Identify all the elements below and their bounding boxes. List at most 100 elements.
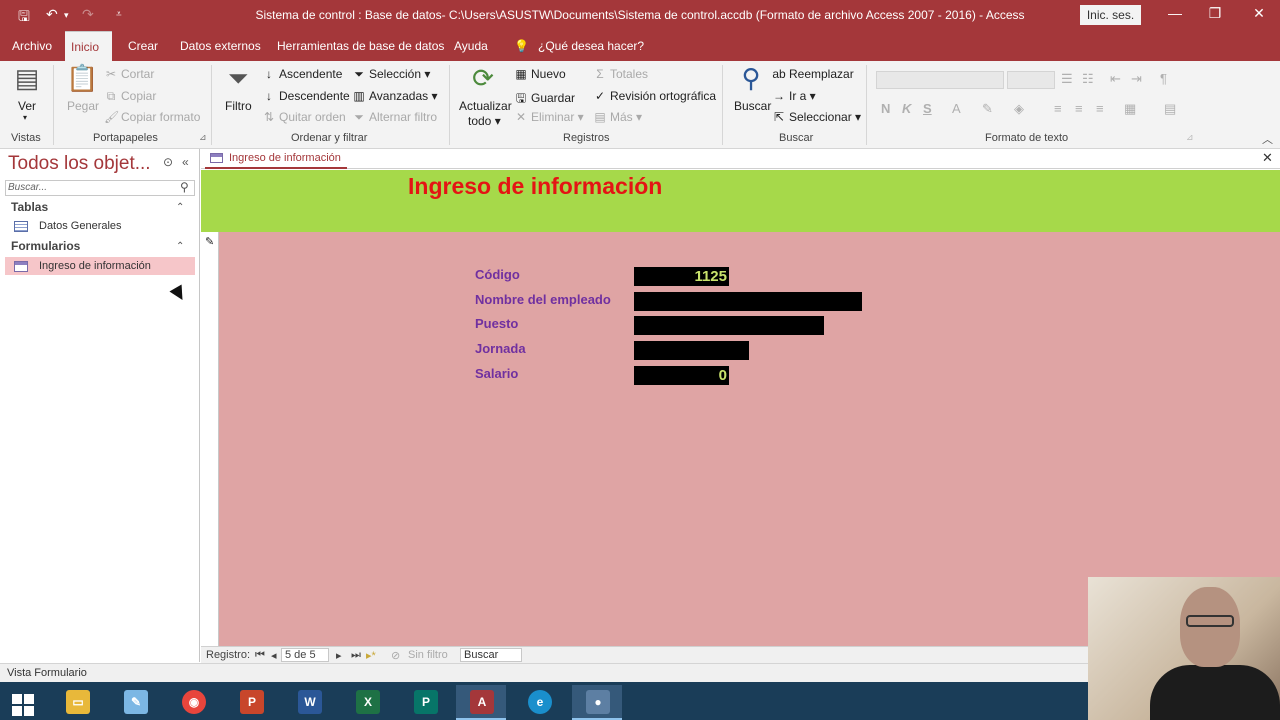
pegar-button: Pegar — [67, 99, 100, 113]
next-record-icon[interactable]: ▸ — [336, 649, 342, 662]
bold-icon: N — [881, 101, 891, 116]
sign-in-button[interactable]: Inic. ses. — [1080, 5, 1141, 25]
tab-herramientas[interactable]: Herramientas de base de datos — [271, 31, 450, 61]
collapse-ribbon-icon[interactable]: ︿ — [1262, 131, 1273, 147]
filter-icon[interactable]: ⏷ — [222, 63, 254, 95]
taskbar-chrome[interactable]: ◉ — [168, 685, 218, 720]
field-jornada-input[interactable] — [634, 341, 749, 360]
tab-datos-externos[interactable]: Datos externos — [174, 31, 267, 61]
last-record-icon[interactable]: ⏭ — [351, 649, 361, 662]
spelling-icon: ✓ — [594, 89, 606, 103]
cortar-label: Cortar — [121, 67, 155, 81]
tab-ayuda[interactable]: Ayuda — [448, 31, 494, 61]
seleccionar-button[interactable]: ⇱ Seleccionar ▾ — [772, 110, 861, 124]
align-right-icon: ≡ — [1096, 101, 1104, 116]
search-icon[interactable]: ⚲ — [736, 63, 766, 94]
chrome-icon: ◉ — [182, 690, 206, 714]
ir-a-button[interactable]: → Ir a ▾ — [772, 89, 816, 103]
guardar-button[interactable]: 🖫 Guardar — [514, 89, 575, 110]
nav-search-input[interactable]: Buscar... — [5, 180, 195, 196]
goto-arrow-icon: → — [773, 89, 785, 103]
taskbar-recorder[interactable]: ● — [572, 685, 622, 720]
view-icon[interactable]: ▤ — [12, 63, 42, 94]
word-icon: W — [298, 690, 322, 714]
person-body — [1150, 665, 1280, 720]
record-selector[interactable]: ✎ — [201, 232, 219, 646]
field-salario-input[interactable]: 0 — [634, 366, 729, 385]
descendente-button[interactable]: ↓ Descendente — [262, 89, 350, 103]
filtro-button[interactable]: Filtro — [225, 99, 252, 113]
filter-status[interactable]: Sin filtro — [408, 649, 448, 661]
doc-tab-label: Ingreso de información — [229, 152, 341, 164]
tab-crear[interactable]: Crear — [122, 31, 164, 61]
taskbar-paint[interactable]: ✎ — [110, 685, 160, 720]
first-record-icon[interactable]: ⏮ — [255, 649, 265, 662]
taskbar-word[interactable]: W — [284, 685, 334, 720]
minimize-icon[interactable]: — — [1160, 5, 1190, 21]
mas-button: ▤ Más ▾ — [594, 110, 643, 124]
start-button[interactable] — [0, 685, 50, 720]
avanzadas-button[interactable]: ▥ Avanzadas ▾ — [352, 89, 437, 103]
refresh-icon[interactable]: ⟳ — [468, 63, 498, 94]
ver-dropdown-icon[interactable]: ▾ — [23, 113, 27, 122]
divider — [449, 65, 450, 145]
tab-inicio[interactable]: Inicio — [65, 31, 112, 61]
doc-tab-ingreso[interactable]: Ingreso de información — [205, 149, 347, 169]
field-puesto-input[interactable] — [634, 316, 824, 335]
field-label-nombre: Nombre del empleado — [475, 292, 611, 307]
nav-section-formularios[interactable]: Formularios — [11, 239, 80, 253]
current-record-input[interactable]: 5 de 5 — [281, 648, 329, 662]
nav-section-tablas[interactable]: Tablas — [11, 200, 48, 214]
paste-icon: 📋 — [66, 63, 99, 93]
search-icon[interactable]: ⚲ — [180, 180, 189, 194]
dialog-launcher-icon[interactable]: ⊿ — [199, 132, 207, 143]
ascendente-button[interactable]: ↓ Ascendente — [262, 67, 342, 81]
recorder-icon: ● — [586, 690, 610, 714]
reemplazar-button[interactable]: ab Reemplazar — [772, 67, 853, 81]
collapse-section-icon[interactable]: ⌃ — [176, 241, 184, 252]
align-center-icon: ≡ — [1075, 101, 1083, 116]
eliminar-button: ✕ Eliminar ▾ — [515, 110, 584, 124]
quitar-orden-button: ⇅ Quitar orden — [262, 110, 346, 124]
tell-me-search[interactable]: ¿Qué desea hacer? — [532, 31, 650, 61]
previous-record-icon[interactable]: ◂ — [271, 649, 277, 662]
collapse-pane-icon[interactable]: « — [182, 155, 189, 169]
seleccion-label: Selección — [369, 67, 422, 81]
record-search-input[interactable]: Buscar — [460, 648, 522, 662]
nav-menu-dropdown-icon[interactable]: ⊙ — [163, 155, 173, 169]
taskbar-powerpoint[interactable]: P — [226, 685, 276, 720]
taskbar-excel[interactable]: X — [342, 685, 392, 720]
actualizar-button[interactable]: Actualizar — [459, 99, 512, 113]
actualizar-todo-label[interactable]: todo ▾ — [468, 114, 501, 128]
group-portapapeles-label: Portapapeles — [93, 132, 158, 144]
copy-icon: ⧉ — [106, 89, 116, 103]
taskbar-file-explorer[interactable]: ▭ — [52, 685, 102, 720]
publisher-icon: P — [414, 690, 438, 714]
group-formato-label: Formato de texto — [985, 132, 1069, 144]
nav-item-ingreso-informacion[interactable]: Ingreso de información — [5, 257, 195, 275]
field-nombre-input[interactable] — [634, 292, 862, 311]
totales-label: Totales — [610, 67, 649, 81]
tab-archivo[interactable]: Archivo — [6, 31, 58, 61]
buscar-button[interactable]: Buscar — [734, 99, 771, 113]
toggle-filter-icon: ⏷ — [354, 110, 364, 124]
font-color-icon: A — [952, 101, 961, 116]
nuevo-button[interactable]: ▦ Nuevo — [514, 67, 565, 81]
ver-button[interactable]: Ver — [18, 99, 36, 113]
nav-item-datos-generales[interactable]: Datos Generales — [5, 217, 195, 235]
revision-button[interactable]: ✓ Revisión ortográfica — [593, 89, 716, 103]
taskbar-edge[interactable]: e — [514, 685, 564, 720]
save-record-icon: 🖫 — [515, 91, 527, 105]
restore-icon[interactable]: ❐ — [1200, 5, 1230, 22]
group-ordenar-label: Ordenar y filtrar — [291, 132, 368, 144]
nav-pane-title[interactable]: Todos los objet... — [8, 153, 151, 175]
taskbar-publisher[interactable]: P — [400, 685, 450, 720]
taskbar-access[interactable]: A — [456, 685, 506, 720]
collapse-section-icon[interactable]: ⌃ — [176, 202, 184, 213]
new-record-nav-icon[interactable]: ▸* — [366, 649, 376, 662]
close-window-icon[interactable]: ✕ — [1244, 5, 1274, 22]
access-icon: A — [470, 690, 494, 714]
field-codigo-input[interactable]: 1125 — [634, 267, 729, 286]
close-document-icon[interactable]: ✕ — [1262, 150, 1273, 166]
seleccion-button[interactable]: ⏷ Selección ▾ — [352, 67, 430, 82]
